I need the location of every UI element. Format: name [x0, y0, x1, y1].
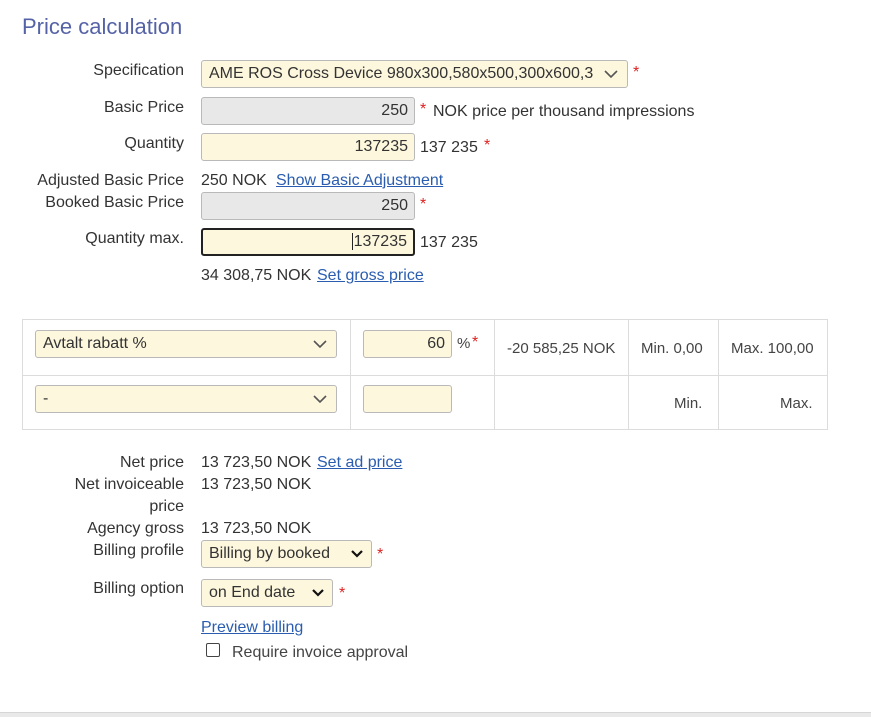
- specification-select[interactable]: AME ROS Cross Device 980x300,580x500,300…: [201, 60, 628, 88]
- page-title: Price calculation: [22, 14, 183, 39]
- quantity-input[interactable]: 137235: [201, 133, 415, 161]
- preview-billing-link[interactable]: Preview billing: [201, 619, 303, 637]
- discount-table: Avtalt rabatt % 60 % * -20 585,25 NOK Mi…: [22, 319, 828, 430]
- discount-unit: %: [457, 335, 471, 352]
- required-mark: *: [633, 64, 640, 81]
- discount-max: Max.: [780, 395, 813, 412]
- billing-option-select[interactable]: on End date: [201, 579, 333, 607]
- agency-gross-label: Agency gross: [87, 520, 184, 537]
- chevron-down-icon: [604, 70, 618, 79]
- show-basic-adjustment-link[interactable]: Show Basic Adjustment: [276, 172, 443, 190]
- require-invoice-approval-label[interactable]: Require invoice approval: [232, 644, 408, 662]
- discount-min: Min. 0,00: [641, 340, 703, 357]
- specification-label: Specification: [93, 62, 184, 79]
- quantity-max-label: Quantity max.: [85, 230, 184, 247]
- billing-profile-label: Billing profile: [93, 542, 184, 559]
- net-invoiceable-value: 13 723,50 NOK: [201, 476, 312, 493]
- discount-type-select[interactable]: Avtalt rabatt %: [35, 330, 337, 358]
- adjusted-basic-price-value: 250 NOK: [201, 172, 267, 189]
- basic-price-label: Basic Price: [103, 99, 184, 116]
- specification-value: AME ROS Cross Device 980x300,580x500,300…: [209, 65, 594, 82]
- discount-amount: -20 585,25 NOK: [507, 340, 616, 357]
- footer-divider: [0, 712, 871, 717]
- required-mark: *: [420, 196, 427, 213]
- booked-basic-price-field[interactable]: 250: [201, 192, 415, 220]
- set-gross-price-link[interactable]: Set gross price: [317, 267, 424, 285]
- required-mark: *: [472, 334, 479, 351]
- booked-basic-price-label: Booked Basic Price: [45, 194, 184, 211]
- set-ad-price-link[interactable]: Set ad price: [317, 454, 402, 472]
- net-invoiceable-label-2: price: [149, 498, 184, 515]
- billing-option-value: on End date: [209, 584, 296, 601]
- quantity-max-formatted: 137 235: [420, 234, 478, 251]
- required-mark: *: [377, 546, 384, 563]
- required-mark: *: [484, 137, 491, 154]
- billing-profile-value: Billing by booked: [209, 545, 330, 562]
- chevron-down-icon: [351, 550, 363, 558]
- discount-type-select-2[interactable]: -: [35, 385, 337, 413]
- quantity-max-input[interactable]: 137235: [201, 228, 415, 256]
- quantity-label: Quantity: [124, 135, 184, 152]
- basic-price-note: NOK price per thousand impressions: [433, 103, 695, 120]
- net-invoiceable-label: Net invoiceable: [74, 476, 184, 493]
- chevron-down-icon: [312, 589, 324, 597]
- net-price-value: 13 723,50 NOK: [201, 454, 312, 471]
- required-mark: *: [339, 585, 346, 602]
- require-invoice-approval-checkbox[interactable]: [206, 643, 220, 657]
- chevron-down-icon: [313, 340, 327, 349]
- discount-value-input-2[interactable]: [363, 385, 452, 413]
- discount-type-value: -: [43, 390, 49, 407]
- quantity-formatted: 137 235: [420, 139, 478, 156]
- gross-price-value: 34 308,75 NOK: [201, 267, 312, 284]
- billing-option-label: Billing option: [93, 580, 184, 597]
- discount-type-value: Avtalt rabatt %: [43, 335, 147, 352]
- discount-value-input[interactable]: 60: [363, 330, 452, 358]
- adjusted-basic-price-label: Adjusted Basic Price: [37, 172, 184, 189]
- net-price-label: Net price: [119, 454, 184, 471]
- discount-max: Max. 100,00: [731, 340, 814, 357]
- required-mark: *: [420, 101, 427, 118]
- text-cursor: 137235: [351, 233, 407, 250]
- agency-gross-value: 13 723,50 NOK: [201, 520, 312, 537]
- basic-price-field[interactable]: 250: [201, 97, 415, 125]
- discount-min: Min.: [674, 395, 703, 412]
- billing-profile-select[interactable]: Billing by booked: [201, 540, 372, 568]
- chevron-down-icon: [313, 395, 327, 404]
